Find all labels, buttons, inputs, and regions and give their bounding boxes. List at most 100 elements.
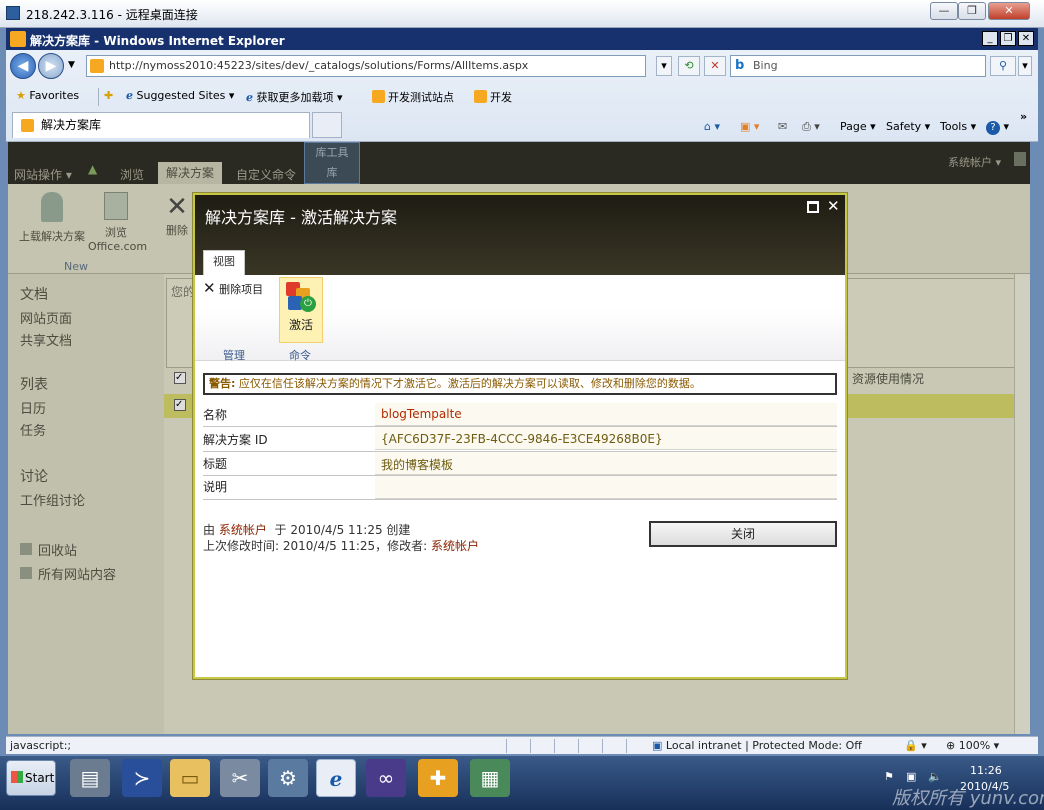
new-tab-button[interactable] xyxy=(312,112,342,138)
delete-solution-button[interactable]: ✕ 删除 xyxy=(162,192,192,238)
browse-label: 浏览 xyxy=(105,226,127,239)
nav-site-pages[interactable]: 网站页面 xyxy=(20,308,72,327)
nav-lists[interactable]: 列表 xyxy=(20,374,48,394)
created-by-link[interactable]: 系统帐户 xyxy=(219,523,267,537)
site-actions-menu[interactable]: 网站操作 ▾ xyxy=(14,166,72,183)
safety-menu[interactable]: Safety ▾ xyxy=(886,120,930,133)
server-manager-icon[interactable]: ▤ xyxy=(70,759,110,797)
zoom-button[interactable]: ⊕ 100% ▾ xyxy=(946,739,999,752)
flag-icon[interactable]: ⚑ xyxy=(884,770,894,783)
tab-favicon-icon xyxy=(21,119,34,132)
dev-test-label: 开发测试站点 xyxy=(388,91,454,104)
header-checkbox[interactable]: ✓ xyxy=(174,372,186,384)
rdp-minimize-button[interactable]: — xyxy=(930,2,958,20)
favorites-button[interactable]: ★ Favorites xyxy=(16,89,79,102)
internet-explorer-icon[interactable]: ℯ xyxy=(316,759,356,797)
status-segment xyxy=(506,739,528,753)
office-icon xyxy=(104,192,128,220)
search-options-button[interactable]: ▾ xyxy=(1018,56,1032,76)
print-button[interactable]: ⎙ ▾ xyxy=(802,120,820,134)
dev-link[interactable]: 开发 xyxy=(474,89,512,105)
protected-mode-button[interactable]: 🔒 ▾ xyxy=(904,739,927,752)
rdp-close-button[interactable]: ✕ xyxy=(988,2,1030,20)
ie-minimize-button[interactable]: _ xyxy=(982,31,998,46)
nav-documents[interactable]: 文档 xyxy=(20,284,48,304)
upload-solution-button[interactable]: 上载解决方案 xyxy=(12,192,92,244)
powershell-icon[interactable]: ≻ xyxy=(122,759,162,797)
more-addons-link[interactable]: ℯ 获取更多加载项 ▾ xyxy=(246,89,343,105)
ie-restore-button[interactable]: ❐ xyxy=(1000,31,1016,46)
nav-shared-docs[interactable]: 共享文档 xyxy=(20,330,72,349)
tab-title: 解决方案库 xyxy=(41,118,102,132)
nav-tasks[interactable]: 任务 xyxy=(20,420,46,439)
visual-studio-icon[interactable]: ∞ xyxy=(366,759,406,797)
tab-view[interactable]: 视图 xyxy=(203,250,245,275)
admin-tools-icon[interactable]: ✚ xyxy=(418,759,458,797)
tab-library[interactable]: 库 xyxy=(305,163,359,183)
address-dropdown-button[interactable]: ▾ xyxy=(656,56,672,76)
volume-icon[interactable]: 🔈 xyxy=(928,770,942,783)
sharepoint-designer-icon[interactable]: ▦ xyxy=(470,759,510,797)
browse-office-button[interactable]: 浏览 Office.com xyxy=(88,192,147,253)
tab-custom-commands[interactable]: 自定义命令 xyxy=(236,166,296,183)
favbar-divider xyxy=(98,88,99,106)
created-prefix: 由 xyxy=(203,523,216,537)
network-icon[interactable]: ▣ xyxy=(906,770,916,783)
all-content-label: 所有网站内容 xyxy=(38,568,117,583)
search-input[interactable]: b Bing xyxy=(730,55,986,77)
nav-team-discussion[interactable]: 工作组讨论 xyxy=(20,490,85,509)
ie-close-button[interactable]: ✕ xyxy=(1018,31,1034,46)
user-account-menu[interactable]: 系统帐户 ▾ xyxy=(948,154,1001,170)
start-button[interactable]: Start xyxy=(6,760,56,796)
nav-all-content[interactable]: 所有网站内容 xyxy=(20,564,116,583)
page-menu[interactable]: Page ▾ xyxy=(840,120,876,133)
close-button[interactable]: 关闭 xyxy=(649,521,837,547)
feeds-button[interactable]: ▣ ▾ xyxy=(740,120,759,133)
browser-tab[interactable]: 解决方案库 xyxy=(12,112,310,138)
help-button[interactable]: ? ▾ xyxy=(986,120,1009,135)
nav-discussions[interactable]: 讨论 xyxy=(20,466,48,486)
clock-time[interactable]: 11:26 xyxy=(970,764,1002,777)
start-label: Start xyxy=(25,771,55,785)
nav-recycle-bin[interactable]: 回收站 xyxy=(20,540,77,559)
security-zone[interactable]: ▣ Local intranet | Protected Mode: Off xyxy=(652,739,862,752)
warning-label: 警告: xyxy=(209,377,236,390)
nav-up-icon[interactable]: ▲ xyxy=(88,162,97,176)
activate-button[interactable]: ⏻ 激活 xyxy=(279,277,323,343)
field-value-bg xyxy=(375,476,837,499)
sharepoint-site-icon xyxy=(474,90,487,103)
refresh-button[interactable]: ⟲ xyxy=(678,56,700,76)
dialog-title: 解决方案库 - 激活解决方案 xyxy=(205,208,397,227)
page-scrollbar[interactable] xyxy=(1014,274,1030,734)
close-icon[interactable]: ✕ xyxy=(827,197,840,215)
modified-by-link[interactable]: 系统帐户 xyxy=(431,539,479,553)
settings-gear-icon[interactable]: ⚙ xyxy=(268,759,308,797)
search-button[interactable]: ⚲ xyxy=(990,56,1016,76)
dev-test-site-link[interactable]: 开发测试站点 xyxy=(372,89,454,105)
back-button[interactable]: ◀ xyxy=(10,53,36,79)
bing-icon: b xyxy=(735,58,745,73)
stop-button[interactable]: ✕ xyxy=(704,56,726,76)
nav-calendar[interactable]: 日历 xyxy=(20,398,46,417)
home-button[interactable]: ⌂ ▾ xyxy=(704,120,720,133)
maximize-icon[interactable] xyxy=(807,201,819,213)
tab-browse[interactable]: 浏览 xyxy=(120,166,144,183)
tab-solutions[interactable]: 解决方案 xyxy=(158,162,222,184)
explorer-folder-icon[interactable]: ▭ xyxy=(170,759,210,797)
resource-usage-header: 资源使用情况 xyxy=(852,372,925,386)
forward-button[interactable]: ▶ xyxy=(38,53,64,79)
address-bar[interactable]: http://nymoss2010:45223/sites/dev/_catal… xyxy=(86,55,646,77)
row-checkbox[interactable]: ✓ xyxy=(174,399,186,411)
mail-button[interactable]: ✉ xyxy=(778,120,787,133)
tools-menu[interactable]: Tools ▾ xyxy=(940,120,976,133)
field-value-name: blogTempalte xyxy=(381,407,462,421)
chevron-more-icon[interactable]: » xyxy=(1020,110,1027,123)
delete-item-button[interactable]: ✕ 删除项目 xyxy=(203,279,263,297)
add-to-favbar-button[interactable]: ✚ xyxy=(104,89,113,102)
tools-icon[interactable]: ✂ xyxy=(220,759,260,797)
suggested-sites-link[interactable]: ℯ Suggested Sites ▾ xyxy=(126,89,234,102)
delete-x-icon: ✕ xyxy=(166,192,188,222)
nav-dropdown-icon[interactable]: ▼ xyxy=(68,60,75,70)
rdp-maximize-button[interactable]: ❐ xyxy=(958,2,986,20)
library-tools-group: 库工具 库 xyxy=(304,142,360,184)
